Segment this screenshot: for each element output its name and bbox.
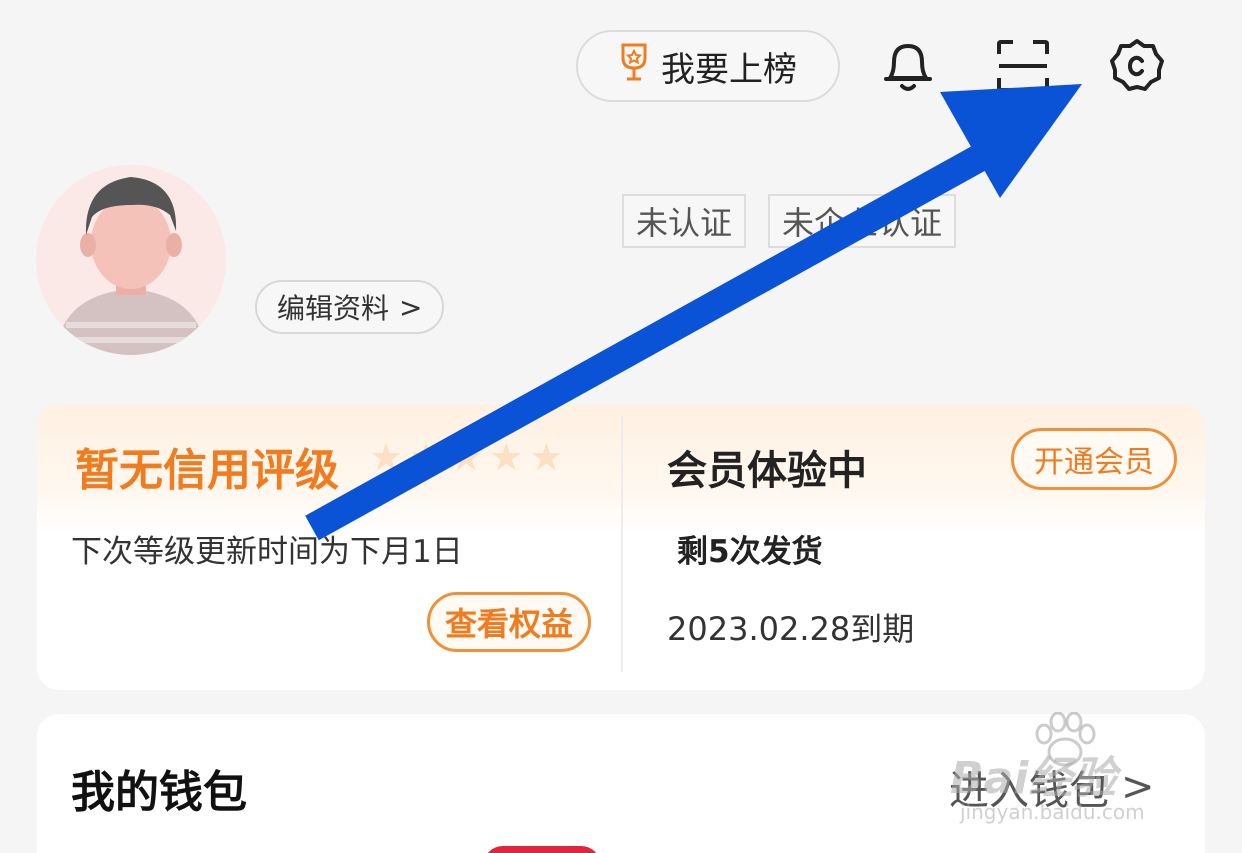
bell-icon[interactable] — [878, 34, 938, 98]
star-icon: ★ — [489, 435, 524, 479]
leaderboard-label: 我要上榜 — [661, 49, 797, 90]
leaderboard-button[interactable]: 我要上榜 — [576, 30, 840, 102]
edit-profile-label: 编辑资料 — [277, 292, 390, 325]
credit-membership-card: 暂无信用评级 ★ ★ ★ ★ ★ 下次等级更新时间为下月1日 查看权益 会员体验… — [37, 404, 1205, 690]
wallet-title: 我的钱包 — [71, 767, 247, 818]
expire-date: 2023.02.28到期 — [667, 610, 915, 648]
open-membership-button[interactable]: 开通会员 — [1011, 428, 1177, 490]
watermark-brand: Bai经验 — [950, 753, 1117, 804]
star-icon: ★ — [529, 435, 564, 479]
avatar[interactable] — [36, 165, 226, 355]
trophy-icon — [619, 42, 649, 91]
star-icon: ★ — [369, 435, 404, 479]
notification-badge — [483, 846, 601, 853]
next-update-text: 下次等级更新时间为下月1日 — [71, 534, 463, 570]
settings-icon[interactable] — [1107, 34, 1167, 98]
watermark: Bai经验 jingyan.baidu.com — [940, 712, 1180, 832]
unverified-tag[interactable]: 未认证 — [622, 194, 747, 248]
star-icon: ★ — [449, 435, 484, 479]
star-icon: ★ — [409, 435, 444, 479]
rating-stars: ★ ★ ★ ★ ★ — [369, 438, 563, 476]
enterprise-unverified-tag[interactable]: 未企业认证 — [768, 194, 957, 248]
remaining-shipments: 剩5次发货 — [677, 534, 823, 570]
membership-status-title: 会员体验中 — [667, 448, 867, 494]
chevron-right-icon: > — [399, 290, 423, 324]
divider — [621, 416, 623, 672]
scan-icon[interactable] — [993, 34, 1053, 98]
watermark-url: jingyan.baidu.com — [960, 800, 1145, 824]
credit-rating-title: 暂无信用评级 — [75, 445, 339, 496]
edit-profile-button[interactable]: 编辑资料 > — [255, 280, 445, 334]
view-rights-button[interactable]: 查看权益 — [427, 592, 591, 652]
